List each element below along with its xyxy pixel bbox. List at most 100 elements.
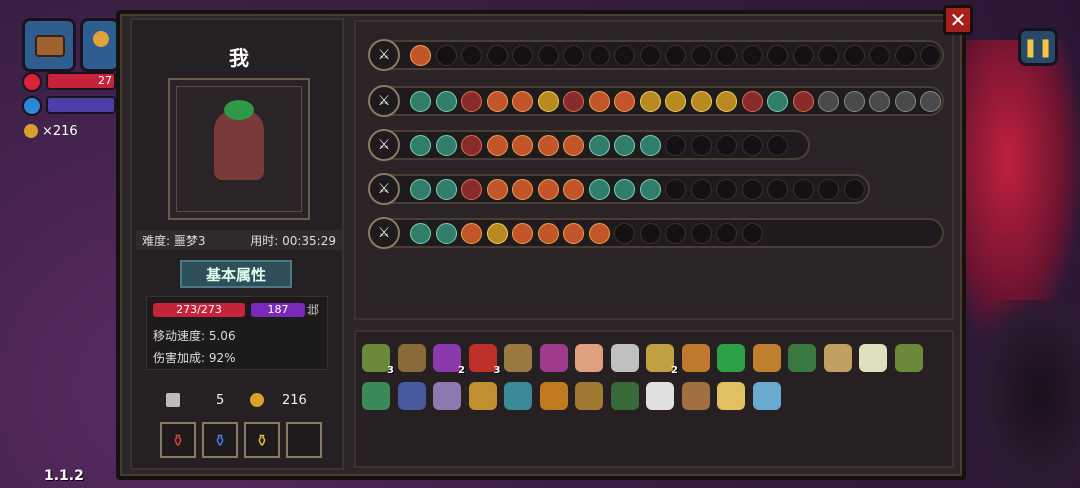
enchant-slot[interactable] — [767, 45, 788, 66]
enchant-slot[interactable] — [741, 91, 763, 112]
enchant-slot[interactable] — [537, 45, 559, 66]
glasses-icon[interactable] — [610, 344, 639, 372]
enchant-slot[interactable] — [614, 135, 635, 156]
demon-mask-icon[interactable]: 3 — [468, 344, 501, 376]
cheese-icon[interactable] — [717, 382, 745, 410]
enchant-slot[interactable] — [512, 45, 533, 66]
enchant-slot[interactable] — [741, 45, 763, 66]
teeth-icon[interactable] — [859, 344, 887, 372]
enchant-slot[interactable] — [690, 223, 712, 244]
enchant-slot[interactable] — [792, 91, 814, 112]
dagger-icon[interactable] — [504, 344, 532, 372]
close-button[interactable]: ✕ — [943, 5, 973, 35]
pickaxe-icon[interactable] — [752, 344, 781, 372]
enchant-slot[interactable] — [639, 179, 661, 200]
potion-slot-blue[interactable]: ⚱ — [202, 422, 238, 458]
scroll-icon[interactable] — [468, 382, 497, 410]
leaf-icon[interactable] — [362, 382, 390, 410]
enchant-slot[interactable] — [869, 45, 890, 66]
enchant-slot[interactable] — [818, 91, 839, 112]
staff-weapon-icon[interactable]: ⚔ — [368, 85, 400, 117]
enchant-slot[interactable] — [588, 135, 610, 156]
enchant-slot[interactable] — [435, 179, 457, 200]
weapon-row[interactable]: ⚔ — [368, 85, 944, 117]
enchant-slot[interactable] — [461, 45, 482, 66]
cup-icon[interactable] — [539, 382, 568, 410]
enchant-slot[interactable] — [588, 91, 610, 112]
enchant-slot[interactable] — [665, 223, 686, 244]
witch-hat-icon[interactable]: 2 — [433, 344, 465, 376]
lantern-icon[interactable] — [823, 344, 852, 372]
potion-slot-yellow[interactable]: ⚱ — [244, 422, 280, 458]
enchant-slot[interactable] — [792, 179, 814, 200]
enchant-slot[interactable] — [461, 135, 482, 156]
bird-icon[interactable] — [575, 382, 603, 410]
enchant-slot[interactable] — [716, 45, 737, 66]
enchant-slot[interactable] — [410, 91, 431, 112]
enchant-slot[interactable] — [818, 179, 839, 200]
enchant-slot[interactable] — [767, 135, 788, 156]
feather-icon[interactable] — [646, 382, 674, 410]
weapon-row[interactable]: ⚔ — [368, 39, 944, 71]
whip-icon[interactable] — [681, 344, 710, 372]
cape-icon[interactable] — [539, 344, 568, 372]
hud-weapon-slot[interactable] — [80, 18, 120, 72]
enchant-slot[interactable] — [588, 45, 610, 66]
enchant-slot[interactable] — [410, 135, 431, 156]
enchant-slot[interactable] — [741, 223, 763, 244]
crystal-sword-icon[interactable]: ⚔ — [368, 129, 400, 161]
enchant-slot[interactable] — [537, 179, 559, 200]
hud-chest-slot[interactable] — [22, 18, 76, 72]
enchant-slot[interactable] — [639, 223, 661, 244]
enchant-slot[interactable] — [563, 91, 584, 112]
pause-button[interactable]: ❚❚ — [1018, 28, 1058, 66]
enchant-slot[interactable] — [435, 223, 457, 244]
enchant-slot[interactable] — [537, 91, 559, 112]
enchant-slot[interactable] — [563, 135, 584, 156]
weapon-row[interactable]: ⚔ — [368, 129, 810, 161]
enchant-slot[interactable] — [486, 223, 508, 244]
enchant-slot[interactable] — [716, 135, 737, 156]
enchant-slot[interactable] — [563, 45, 584, 66]
enchant-slot[interactable] — [410, 179, 431, 200]
enchant-slot[interactable] — [869, 91, 890, 112]
dark-spear-icon[interactable]: ⚔ — [368, 217, 400, 249]
enchant-slot[interactable] — [461, 223, 482, 244]
enchant-slot[interactable] — [792, 45, 814, 66]
enchant-slot[interactable] — [588, 223, 610, 244]
enchant-slot[interactable] — [614, 91, 635, 112]
enchant-slot[interactable] — [486, 45, 508, 66]
pig-icon[interactable] — [575, 344, 603, 372]
enchant-slot[interactable] — [512, 135, 533, 156]
enchant-slot[interactable] — [461, 91, 482, 112]
enchant-slot[interactable] — [894, 91, 916, 112]
enchant-slot[interactable] — [563, 179, 584, 200]
enchant-slot[interactable] — [537, 223, 559, 244]
enchant-slot[interactable] — [614, 45, 635, 66]
enchant-slot[interactable] — [512, 179, 533, 200]
enchant-slot[interactable] — [486, 135, 508, 156]
hourglass-icon[interactable]: 2 — [646, 344, 678, 376]
enchant-slot[interactable] — [741, 135, 763, 156]
enchant-slot[interactable] — [690, 91, 712, 112]
enchant-slot[interactable] — [894, 45, 916, 66]
hat-icon[interactable]: 3 — [362, 344, 394, 376]
enchant-slot[interactable] — [843, 91, 865, 112]
key-icon[interactable] — [752, 382, 781, 410]
enchant-slot[interactable] — [563, 223, 584, 244]
card-icon[interactable] — [681, 382, 710, 410]
enchant-slot[interactable] — [690, 45, 712, 66]
enchant-slot[interactable] — [486, 91, 508, 112]
enchant-slot[interactable] — [843, 179, 865, 200]
enchant-slot[interactable] — [665, 135, 686, 156]
enchant-slot[interactable] — [690, 179, 712, 200]
attributes-button[interactable]: 基本属性 — [180, 260, 292, 288]
enchant-slot[interactable] — [741, 179, 763, 200]
enchant-slot[interactable] — [920, 91, 941, 112]
gem-icon[interactable] — [504, 382, 532, 410]
golden-staff-icon[interactable]: ⚔ — [368, 173, 400, 205]
enchant-slot[interactable] — [665, 91, 686, 112]
enchant-slot[interactable] — [435, 91, 457, 112]
rabbit-icon[interactable] — [433, 382, 461, 410]
enchant-slot[interactable] — [818, 45, 839, 66]
